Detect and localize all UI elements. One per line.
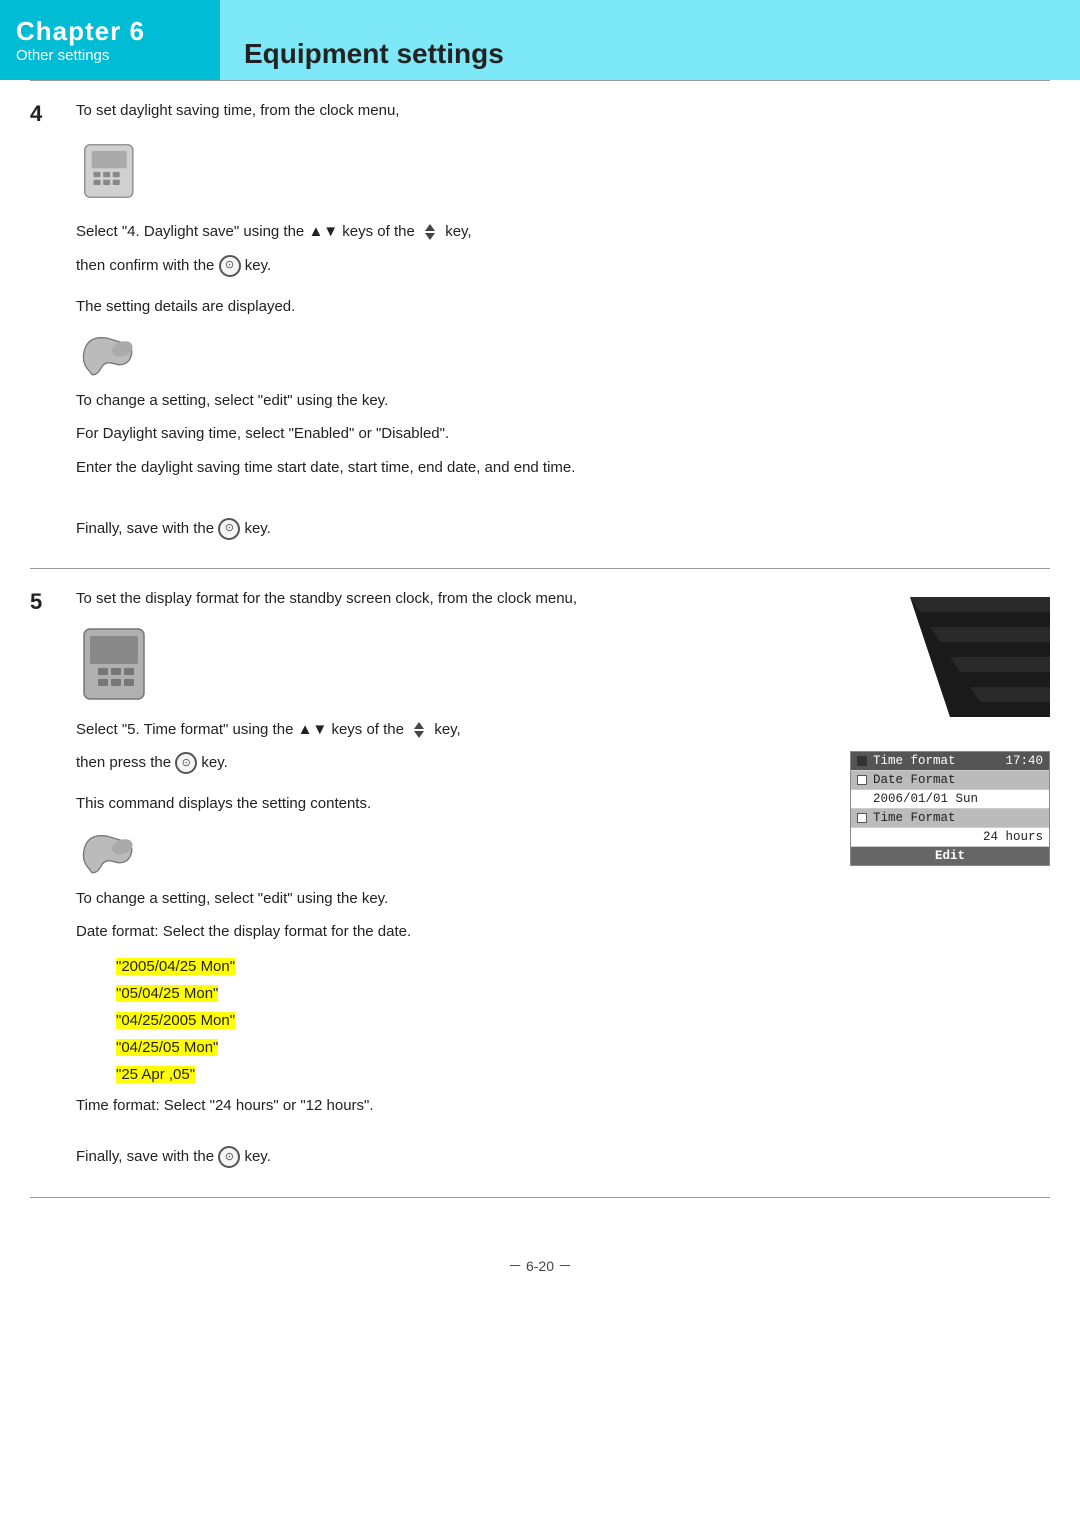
s4-para2: Select "4. Daylight save" using the ▲▼ k…: [76, 220, 1050, 243]
s5-para4: This command displays the setting conten…: [76, 792, 840, 815]
section-4: 4 To set daylight saving time, from the …: [30, 80, 1050, 569]
main-content: 4 To set daylight saving time, from the …: [0, 80, 1080, 1236]
screen-row-2: Date Format: [851, 771, 1049, 790]
s4-para6: For Daylight saving time, select "Enable…: [76, 422, 1050, 445]
s5-para2: Select "5. Time format" using the ▲▼ key…: [76, 718, 840, 741]
section-number-4: 4: [30, 99, 68, 550]
screen-date-value: 2006/01/01 Sun: [873, 792, 978, 806]
s4-para7: Enter the daylight saving time start dat…: [76, 456, 1050, 479]
page-title: Equipment settings: [244, 38, 504, 70]
page-number: － 6-20 －: [508, 1258, 572, 1274]
chapter-word: Chapter: [16, 16, 121, 46]
s5-para6: Date format: Select the display format f…: [76, 920, 840, 943]
handset-device-image: [76, 328, 156, 383]
screen-row-1: Time format 17:40: [851, 752, 1049, 771]
s5-para1: To set the display format for the standb…: [76, 587, 840, 610]
screen-widget: Time format 17:40 Date Format 2006/01/01…: [850, 751, 1050, 866]
section-number-5: 5: [30, 587, 68, 615]
decorative-black-shape: [910, 597, 1050, 717]
save-key-icon-2: ⊙: [218, 1146, 240, 1168]
date-options-list: "2005/04/25 Mon" "05/04/25 Mon" "04/25/2…: [116, 953, 840, 1088]
ok-key-icon-2: ⊙: [175, 752, 197, 774]
page-title-area: Equipment settings: [220, 0, 1080, 80]
s4-para3: then confirm with the ⊙ key.: [76, 254, 1050, 277]
s4-para5: To change a setting, select "edit" using…: [76, 389, 1050, 412]
s4-para8: Finally, save with the ⊙ key.: [76, 517, 1050, 540]
screen-time-format-label: Time format: [873, 754, 956, 768]
section-5-content: To set the display format for the standb…: [68, 587, 840, 1179]
save-key-icon: ⊙: [218, 518, 240, 540]
screen-square-2: [857, 775, 867, 785]
handset-device-image-2: [76, 826, 156, 881]
screen-hours-value: 24 hours: [983, 830, 1043, 844]
screen-row-4: Time Format: [851, 809, 1049, 828]
s4-para4: The setting details are displayed.: [76, 295, 1050, 318]
date-option-4: "04/25/05 Mon": [116, 1034, 840, 1061]
phone-device-image: [76, 136, 146, 206]
screen-row-5: 24 hours: [851, 828, 1049, 847]
screen-square-3: [857, 813, 867, 823]
s5-para3: then press the ⊙ key.: [76, 751, 840, 774]
page-footer: － 6-20 －: [0, 1236, 1080, 1286]
s5-para5: To change a setting, select "edit" using…: [76, 887, 840, 910]
screen-row-3: 2006/01/01 Sun: [851, 790, 1049, 809]
page-header: Chapter 6 Other settings Equipment setti…: [0, 0, 1080, 80]
s5-para7: Time format: Select "24 hours" or "12 ho…: [76, 1094, 840, 1117]
section-5: 5 To set the display format for the stan…: [30, 568, 1050, 1198]
date-option-1: "2005/04/25 Mon": [116, 953, 840, 980]
section-4-content: To set daylight saving time, from the cl…: [68, 99, 1050, 550]
chapter-title: Chapter 6: [16, 16, 204, 47]
section-5-images: Time format 17:40 Date Format 2006/01/01…: [840, 587, 1050, 866]
date-option-5: "25 Apr ,05": [116, 1061, 840, 1088]
ok-key-icon: ⊙: [219, 255, 241, 277]
screen-edit-button[interactable]: Edit: [851, 847, 1049, 865]
device-big-image: [76, 624, 166, 704]
screen-edit-label: Edit: [935, 849, 965, 863]
screen-time-format-label-2: Time Format: [873, 811, 956, 825]
screen-time-value: 17:40: [1005, 754, 1043, 768]
up-down-arrow-icon-2: [408, 719, 430, 741]
screen-square-1: [857, 756, 867, 766]
screen-date-format-label: Date Format: [873, 773, 956, 787]
date-option-2: "05/04/25 Mon": [116, 980, 840, 1007]
s5-para8: Finally, save with the ⊙ key.: [76, 1145, 840, 1168]
chapter-subtitle: Other settings: [16, 47, 204, 64]
up-down-arrow-icon: [419, 221, 441, 243]
s4-para1: To set daylight saving time, from the cl…: [76, 99, 1050, 122]
chapter-label: Chapter 6 Other settings: [0, 0, 220, 80]
date-option-3: "04/25/2005 Mon": [116, 1007, 840, 1034]
